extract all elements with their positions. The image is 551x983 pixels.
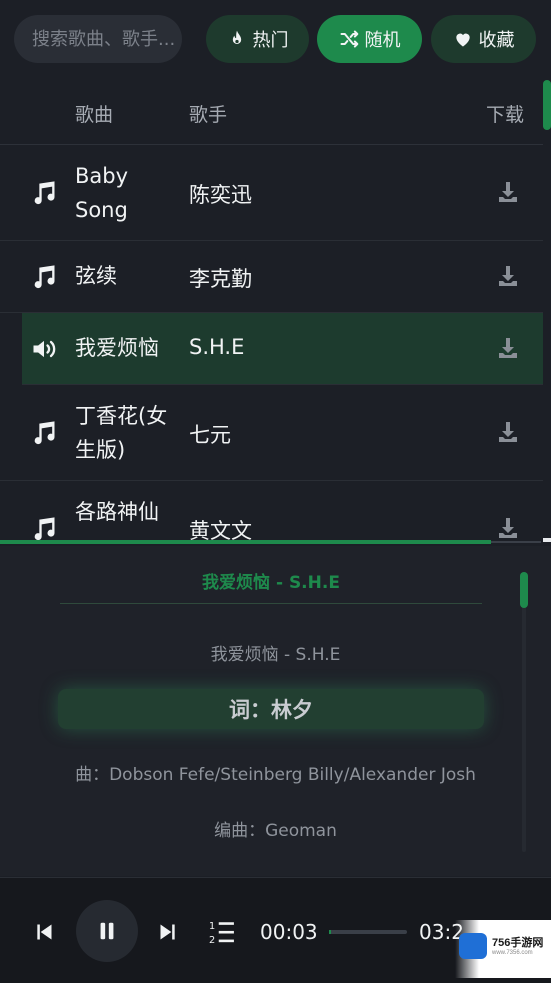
hot-tab-button[interactable]: 热门 (206, 15, 309, 63)
song-row[interactable]: 弦续 李克勤 (0, 241, 543, 313)
speaker-icon (33, 340, 56, 358)
seek-bar-fill (329, 930, 331, 934)
search-input[interactable] (30, 27, 184, 51)
song-singer: 七元 (189, 423, 231, 447)
download-icon[interactable] (496, 516, 520, 540)
seek-bar[interactable] (329, 930, 407, 934)
lyrics-line: 编曲：Geoman (214, 821, 337, 841)
edge-marker (543, 538, 551, 542)
panel-divider-rest (491, 541, 541, 543)
song-title: 丁香花(女生版) (75, 404, 168, 462)
song-title: Baby Song (75, 164, 129, 222)
download-icon[interactable] (496, 420, 520, 444)
heart-icon (455, 33, 470, 47)
song-singer: 陈奕迅 (189, 183, 252, 207)
skip-next-icon (160, 924, 175, 940)
lyrics-line: 曲：Dobson Fefe/Steinberg Billy/Alexander … (75, 765, 476, 785)
lyrics-scroll-track (522, 572, 526, 852)
current-time: 00:03 (260, 920, 318, 944)
music-note-icon (34, 421, 55, 445)
svg-text:1: 1 (209, 921, 215, 932)
song-list: 歌曲 歌手 下载 Baby Song 陈奕迅 弦续 李克勤 我爱烦恼 S.H.E… (0, 80, 543, 542)
favorites-tab-button[interactable]: 收藏 (431, 15, 536, 63)
song-singer: 李克勤 (189, 267, 252, 291)
watermark-logo-mark (459, 933, 487, 959)
list-order-icon: 12 (209, 921, 234, 945)
search-box[interactable] (14, 15, 184, 63)
song-list-header: 歌曲 歌手 下载 (0, 80, 543, 145)
playlist-order-button[interactable]: 12 (208, 918, 236, 946)
random-tab-label: 随机 (364, 30, 401, 51)
next-button[interactable] (156, 920, 180, 944)
top-bar: 热门 随机 收藏 (0, 0, 551, 80)
pause-icon (100, 922, 114, 940)
favorites-tab-label: 收藏 (478, 30, 515, 51)
lyrics-scrollbar[interactable] (520, 572, 528, 608)
lyrics-panel: 我爱烦恼 - S.H.E 我爱烦恼 - S.H.E 词：林夕 曲：Dobson … (0, 546, 551, 876)
song-singer: S.H.E (189, 335, 245, 359)
svg-text:2: 2 (209, 935, 215, 945)
download-icon[interactable] (496, 336, 520, 360)
download-icon[interactable] (496, 180, 520, 204)
panel-divider-progress (0, 540, 491, 544)
song-row-active[interactable]: 我爱烦恼 S.H.E (22, 313, 543, 385)
previous-button[interactable] (32, 920, 56, 944)
watermark-url: www.7356.com (492, 950, 533, 956)
lyrics-line: 我爱烦恼 - S.H.E (210, 645, 341, 665)
header-download: 下载 (486, 104, 525, 126)
music-note-icon (34, 181, 55, 205)
music-note-icon (34, 265, 55, 289)
song-row[interactable]: 丁香花(女生版) 七元 (0, 385, 543, 481)
song-row[interactable]: Baby Song 陈奕迅 (0, 145, 543, 241)
watermark-brand: 756手游网 (492, 937, 544, 949)
lyrics-header: 我爱烦恼 - S.H.E (60, 568, 482, 604)
download-icon[interactable] (496, 264, 520, 288)
flame-icon (232, 30, 241, 44)
song-list-scrollbar[interactable] (543, 80, 551, 130)
skip-previous-icon (37, 924, 52, 940)
song-title: 我爱烦恼 (75, 336, 159, 360)
song-row[interactable]: 各路神仙 黄文文 (0, 481, 543, 542)
header-singer: 歌手 (189, 104, 228, 126)
lyrics-line-active: 词：林夕 (58, 689, 484, 729)
song-singer: 黄文文 (189, 519, 252, 542)
play-pause-button[interactable] (76, 900, 138, 962)
song-title: 各路神仙 (75, 500, 159, 524)
hot-tab-label: 热门 (252, 30, 289, 51)
music-note-icon (34, 517, 55, 541)
random-tab-button[interactable]: 随机 (317, 15, 422, 63)
shuffle-icon (340, 30, 358, 48)
header-song: 歌曲 (75, 104, 114, 126)
song-title: 弦续 (75, 264, 117, 288)
